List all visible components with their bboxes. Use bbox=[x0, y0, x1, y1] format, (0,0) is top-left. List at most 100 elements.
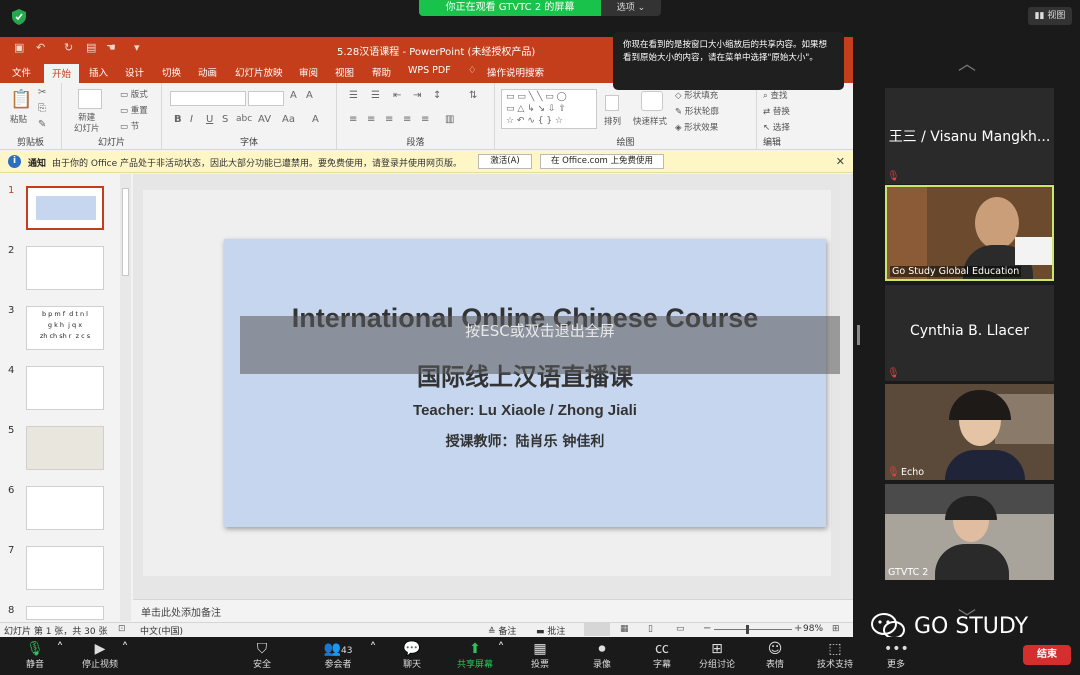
line-spacing-icon[interactable]: ↕ bbox=[433, 90, 441, 101]
notes-placeholder[interactable]: 单击此处添加备注 bbox=[141, 604, 221, 619]
rectangle-shape-icon[interactable]: ▭ ▭ ╲ ╲ ▭ ◯ bbox=[506, 92, 567, 102]
copy-icon[interactable]: ⎘ bbox=[38, 103, 46, 114]
view-button[interactable]: ▮▮ 视图 bbox=[1028, 7, 1072, 25]
stop-video-button[interactable]: ▶ 停止视频 bbox=[80, 641, 120, 670]
chevron-up-icon[interactable]: ︿ bbox=[958, 50, 976, 76]
end-meeting-button[interactable]: 结束 bbox=[1023, 645, 1071, 665]
shrink-font-icon[interactable]: A bbox=[306, 90, 313, 101]
participants-button[interactable]: 👥43 参会者 bbox=[320, 641, 356, 670]
shield-icon[interactable] bbox=[12, 9, 28, 25]
distribute-icon[interactable]: ≡ bbox=[421, 114, 429, 125]
slide-thumbnail[interactable] bbox=[26, 606, 104, 620]
text-direction-icon[interactable]: ⇅ bbox=[469, 90, 477, 101]
grow-font-icon[interactable]: A bbox=[290, 90, 297, 101]
tab-slideshow[interactable]: 幻灯片放映 bbox=[235, 65, 283, 79]
shape-effects-button[interactable]: ◈ 形状效果 bbox=[675, 121, 718, 133]
participant-tile[interactable]: GTVTC 2 bbox=[885, 484, 1054, 580]
video-options-button[interactable]: ˄ bbox=[120, 641, 130, 657]
panel-resize-handle[interactable] bbox=[857, 325, 860, 345]
bold-icon[interactable]: B bbox=[174, 114, 182, 125]
activate-button[interactable]: 激活(A) bbox=[478, 154, 532, 169]
columns-icon[interactable]: ▥ bbox=[445, 114, 454, 125]
layout-button[interactable]: ▭ 版式 bbox=[120, 88, 148, 100]
quick-styles-label[interactable]: 快速样式 bbox=[633, 115, 667, 127]
section-button[interactable]: ▭ 节 bbox=[120, 120, 139, 132]
slideshow-view-icon[interactable]: ▭ bbox=[676, 624, 685, 634]
fit-slide-icon[interactable]: ⊞ bbox=[832, 624, 840, 634]
reactions-button[interactable]: ☺ 表情 bbox=[763, 641, 787, 670]
zoom-in-icon[interactable]: + bbox=[794, 623, 802, 634]
comments-toggle[interactable]: ▬ 批注 bbox=[536, 624, 565, 637]
replace-button[interactable]: ⇄ 替换 bbox=[763, 105, 790, 117]
tab-home[interactable]: 开始 bbox=[44, 64, 80, 83]
zoom-level[interactable]: 98% bbox=[803, 624, 823, 634]
notes-toggle[interactable]: ≙ 备注 bbox=[488, 624, 516, 637]
zoom-out-icon[interactable]: − bbox=[703, 623, 711, 634]
tab-animations[interactable]: 动画 bbox=[198, 65, 217, 79]
participant-tile[interactable]: Cynthia B. Llacer 🎙 bbox=[885, 285, 1054, 381]
notes-pane[interactable]: 单击此处添加备注 bbox=[133, 599, 853, 621]
zoom-slider-thumb[interactable] bbox=[746, 625, 749, 634]
underline-icon[interactable]: U bbox=[206, 114, 213, 125]
change-case-icon[interactable]: Aa bbox=[282, 114, 295, 125]
zoom-slider[interactable] bbox=[714, 629, 792, 630]
italic-icon[interactable]: I bbox=[190, 114, 193, 125]
new-slide-label[interactable]: 新建 幻灯片 bbox=[74, 113, 100, 135]
reading-view-icon[interactable]: ▯ bbox=[648, 624, 653, 634]
editor-scrollbar[interactable] bbox=[840, 174, 851, 621]
customize-qa-icon[interactable]: ▾ bbox=[134, 41, 140, 54]
tell-me-search[interactable]: 操作说明搜索 bbox=[487, 65, 544, 79]
paste-label[interactable]: 粘贴 bbox=[10, 113, 27, 125]
breakout-rooms-button[interactable]: ⊞ 分组讨论 bbox=[697, 641, 737, 670]
security-button[interactable]: ⛉ 安全 bbox=[250, 641, 274, 670]
cut-icon[interactable]: ✂ bbox=[38, 87, 46, 98]
undo-icon[interactable]: ↶ bbox=[36, 41, 45, 54]
bullets-icon[interactable]: ☰ bbox=[349, 90, 358, 101]
indent-increase-icon[interactable]: ⇥ bbox=[413, 90, 421, 101]
tab-design[interactable]: 设计 bbox=[125, 65, 144, 79]
font-color-icon[interactable]: A bbox=[312, 114, 319, 125]
participant-tile-active[interactable]: Go Study Global Education bbox=[885, 185, 1054, 281]
format-painter-icon[interactable]: ✎ bbox=[38, 119, 46, 130]
select-button[interactable]: ↖ 选择 bbox=[763, 121, 790, 133]
poll-button[interactable]: ▦ 投票 bbox=[528, 641, 552, 670]
accessibility-icon[interactable]: ⊡ bbox=[118, 624, 126, 634]
indent-decrease-icon[interactable]: ⇤ bbox=[393, 90, 401, 101]
slide-thumbnail[interactable] bbox=[26, 246, 104, 290]
align-right-icon[interactable]: ≡ bbox=[385, 114, 393, 125]
justify-icon[interactable]: ≡ bbox=[403, 114, 411, 125]
font-size-select[interactable] bbox=[248, 91, 284, 106]
slide-thumbnail[interactable] bbox=[26, 366, 104, 410]
tab-view[interactable]: 视图 bbox=[335, 65, 354, 79]
slide-thumbnail[interactable] bbox=[26, 426, 104, 470]
captions-button[interactable]: ㏄字幕 bbox=[650, 641, 674, 670]
touch-mode-icon[interactable]: ☚ bbox=[106, 41, 116, 54]
share-options-button[interactable]: ˄ bbox=[496, 641, 506, 657]
char-spacing-icon[interactable]: AV bbox=[258, 114, 271, 125]
scrollbar-thumb[interactable] bbox=[122, 188, 129, 276]
support-button[interactable]: ⬚ 技术支持 bbox=[815, 641, 855, 670]
find-button[interactable]: ⌕ 查找 bbox=[763, 89, 787, 101]
share-screen-button[interactable]: ⬆ 共享屏幕 bbox=[455, 641, 495, 670]
current-slide[interactable]: International Online Chinese Course 国际线上… bbox=[224, 239, 826, 527]
shape-fill-button[interactable]: ◇ 形状填充 bbox=[675, 89, 718, 101]
quick-styles-icon[interactable] bbox=[641, 91, 663, 111]
align-center-icon[interactable]: ≡ bbox=[367, 114, 375, 125]
brace-shape-icon[interactable]: ☆ ↶ ∿ { } ☆ bbox=[506, 116, 563, 126]
shape-outline-button[interactable]: ✎ 形状轮廓 bbox=[675, 105, 719, 117]
slide-thumbnail[interactable]: b p m f d t n l g k h j q x zh ch sh r z… bbox=[26, 306, 104, 350]
tab-help[interactable]: 帮助 bbox=[372, 65, 391, 79]
paste-icon[interactable]: 📋 bbox=[10, 89, 32, 110]
options-dropdown[interactable]: 选项 ⌄ bbox=[601, 0, 661, 16]
tab-file[interactable]: 文件 bbox=[12, 65, 31, 79]
participant-tile[interactable]: 王三 / Visanu Mangkh... 🎙 bbox=[885, 88, 1054, 184]
close-icon[interactable]: ✕ bbox=[836, 155, 845, 168]
tab-review[interactable]: 审阅 bbox=[299, 65, 318, 79]
mute-button[interactable]: 🎙 静音 bbox=[22, 641, 48, 670]
reset-button[interactable]: ▭ 重置 bbox=[120, 104, 148, 116]
participants-options-button[interactable]: ˄ bbox=[368, 641, 378, 657]
more-button[interactable]: ••• 更多 bbox=[884, 641, 909, 670]
tab-wps-pdf[interactable]: WPS PDF bbox=[408, 65, 451, 76]
chat-button[interactable]: 💬 聊天 bbox=[400, 641, 424, 670]
strikethrough-icon[interactable]: abc bbox=[236, 114, 252, 124]
